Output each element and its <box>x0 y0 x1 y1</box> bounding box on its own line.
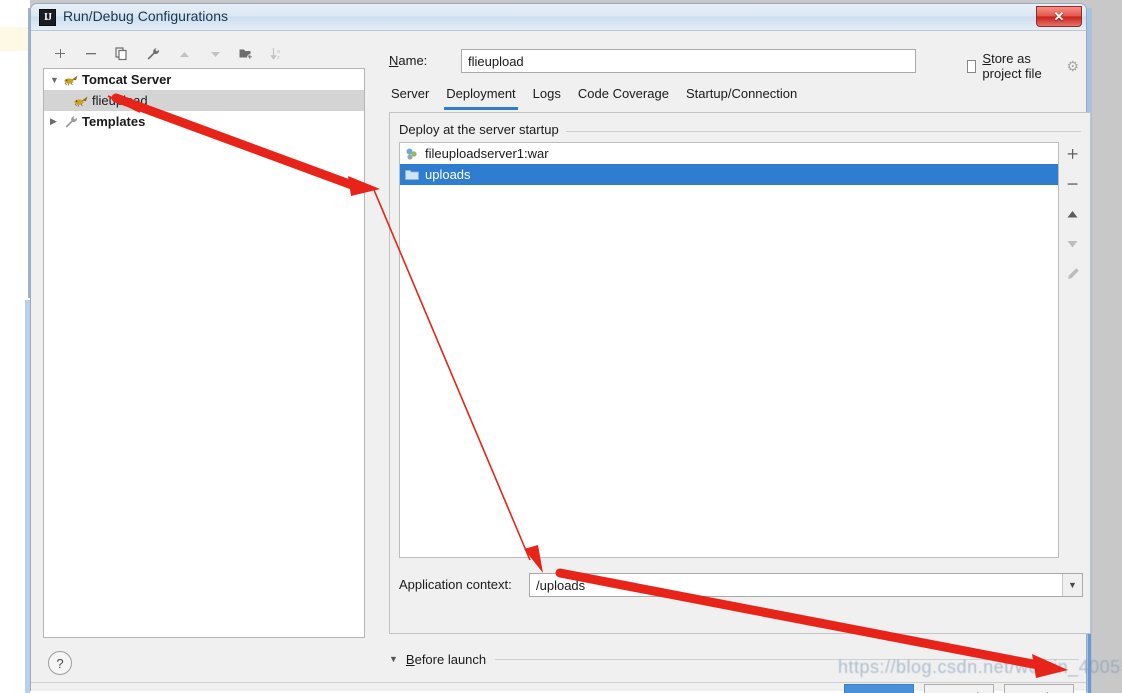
wrench-icon[interactable] <box>144 45 162 63</box>
chevron-right-icon[interactable]: ▶ <box>50 116 64 127</box>
configuration-editor-pane: Name: Store as project file ⚙ Server Dep… <box>376 32 1091 691</box>
dialog-title: Run/Debug Configurations <box>63 8 228 24</box>
list-item[interactable]: fileuploadserver1:war <box>400 143 1058 164</box>
tab-server[interactable]: Server <box>389 84 431 110</box>
chevron-down-icon[interactable]: ▼ <box>1062 574 1082 596</box>
sort-az-icon[interactable]: a z <box>268 45 286 63</box>
configurations-left-pane: a z ▼ Tomcat Server flieupload ▶ Templat… <box>43 41 365 681</box>
remove-configuration-button[interactable] <box>82 45 100 63</box>
tab-code-coverage[interactable]: Code Coverage <box>576 84 671 110</box>
apply-button[interactable]: Apply <box>1004 684 1074 693</box>
tomcat-icon <box>74 95 92 107</box>
tab-logs[interactable]: Logs <box>531 84 563 110</box>
application-context-label: Application context: <box>399 577 512 592</box>
application-context-row: Application context: ▼ <box>399 573 1083 597</box>
folder-add-icon[interactable] <box>237 45 255 63</box>
name-row: Name: Store as project file ⚙ <box>389 49 1079 81</box>
tree-row[interactable]: flieupload <box>44 90 364 111</box>
deployment-side-toolbar <box>1062 142 1083 558</box>
close-icon[interactable]: ✕ <box>1036 6 1082 27</box>
copy-configuration-button[interactable] <box>113 45 131 63</box>
move-artifact-down-button[interactable] <box>1064 236 1082 252</box>
move-up-button[interactable] <box>175 45 193 63</box>
chevron-down-icon[interactable]: ▼ <box>50 75 64 85</box>
screenshot-root: IJ Run/Debug Configurations ✕ a z ▼ Tomc… <box>0 0 1122 693</box>
name-label: Name: <box>389 53 428 68</box>
name-input[interactable] <box>461 49 916 73</box>
dialog-titlebar: IJ Run/Debug Configurations ✕ <box>31 4 1086 31</box>
intellij-idea-icon: IJ <box>39 9 56 26</box>
deploy-group-title: Deploy at the server startup <box>399 122 566 137</box>
dialog-body: a z ▼ Tomcat Server flieupload ▶ Templat… <box>31 32 1091 693</box>
artifact-icon <box>405 147 425 161</box>
list-item-label: uploads <box>425 167 471 182</box>
svg-text:z: z <box>277 55 280 61</box>
application-context-combobox[interactable]: ▼ <box>529 573 1083 597</box>
store-as-project-file-label: Store as project file <box>982 51 1042 81</box>
help-button[interactable]: ? <box>48 651 72 675</box>
wrench-icon <box>64 115 82 129</box>
remove-artifact-button[interactable] <box>1064 176 1082 192</box>
before-launch-label: Before launch <box>405 651 487 667</box>
footer-separator <box>31 682 1086 683</box>
ok-button[interactable]: OK <box>844 684 914 693</box>
before-launch-section[interactable]: ▼ Before launch <box>389 649 1079 669</box>
list-item[interactable]: uploads <box>400 164 1058 185</box>
store-as-project-file-row[interactable]: Store as project file ⚙ <box>967 51 1079 81</box>
list-item-label: fileuploadserver1:war <box>425 146 549 161</box>
configuration-tabs: Server Deployment Logs Code Coverage Sta… <box>389 84 1079 110</box>
application-context-input[interactable] <box>530 577 1062 593</box>
folder-icon <box>405 169 425 181</box>
background-yellow-highlight <box>0 27 30 51</box>
tab-startup-connection[interactable]: Startup/Connection <box>684 84 799 110</box>
tree-label: Tomcat Server <box>82 72 172 87</box>
deployment-panel: Deploy at the server startup fileuploads <box>389 112 1091 634</box>
add-artifact-button[interactable] <box>1064 146 1082 162</box>
chevron-down-icon[interactable]: ▼ <box>389 654 398 664</box>
tab-deployment[interactable]: Deployment <box>444 84 518 110</box>
tree-row[interactable]: ▼ Tomcat Server <box>44 69 364 90</box>
configurations-tree[interactable]: ▼ Tomcat Server flieupload ▶ Templates <box>43 68 365 638</box>
cancel-button[interactable]: Cancel <box>924 684 994 693</box>
tree-label: Templates <box>82 114 146 129</box>
before-launch-separator <box>495 658 1079 660</box>
background-right-gray <box>1092 0 1122 693</box>
tree-label: flieupload <box>92 93 148 108</box>
add-configuration-button[interactable] <box>51 45 69 63</box>
deployment-list[interactable]: fileuploadserver1:war uploads <box>399 142 1059 558</box>
gear-icon[interactable]: ⚙ <box>1066 58 1079 75</box>
tomcat-icon <box>64 74 82 86</box>
move-down-button[interactable] <box>206 45 224 63</box>
run-debug-configurations-dialog: IJ Run/Debug Configurations ✕ a z ▼ Tomc… <box>30 3 1091 693</box>
move-artifact-up-button[interactable] <box>1064 206 1082 222</box>
store-as-project-file-checkbox[interactable] <box>967 59 977 73</box>
configurations-toolbar: a z <box>43 41 365 67</box>
tree-row[interactable]: ▶ Templates <box>44 111 364 132</box>
pencil-icon[interactable] <box>1064 266 1082 282</box>
